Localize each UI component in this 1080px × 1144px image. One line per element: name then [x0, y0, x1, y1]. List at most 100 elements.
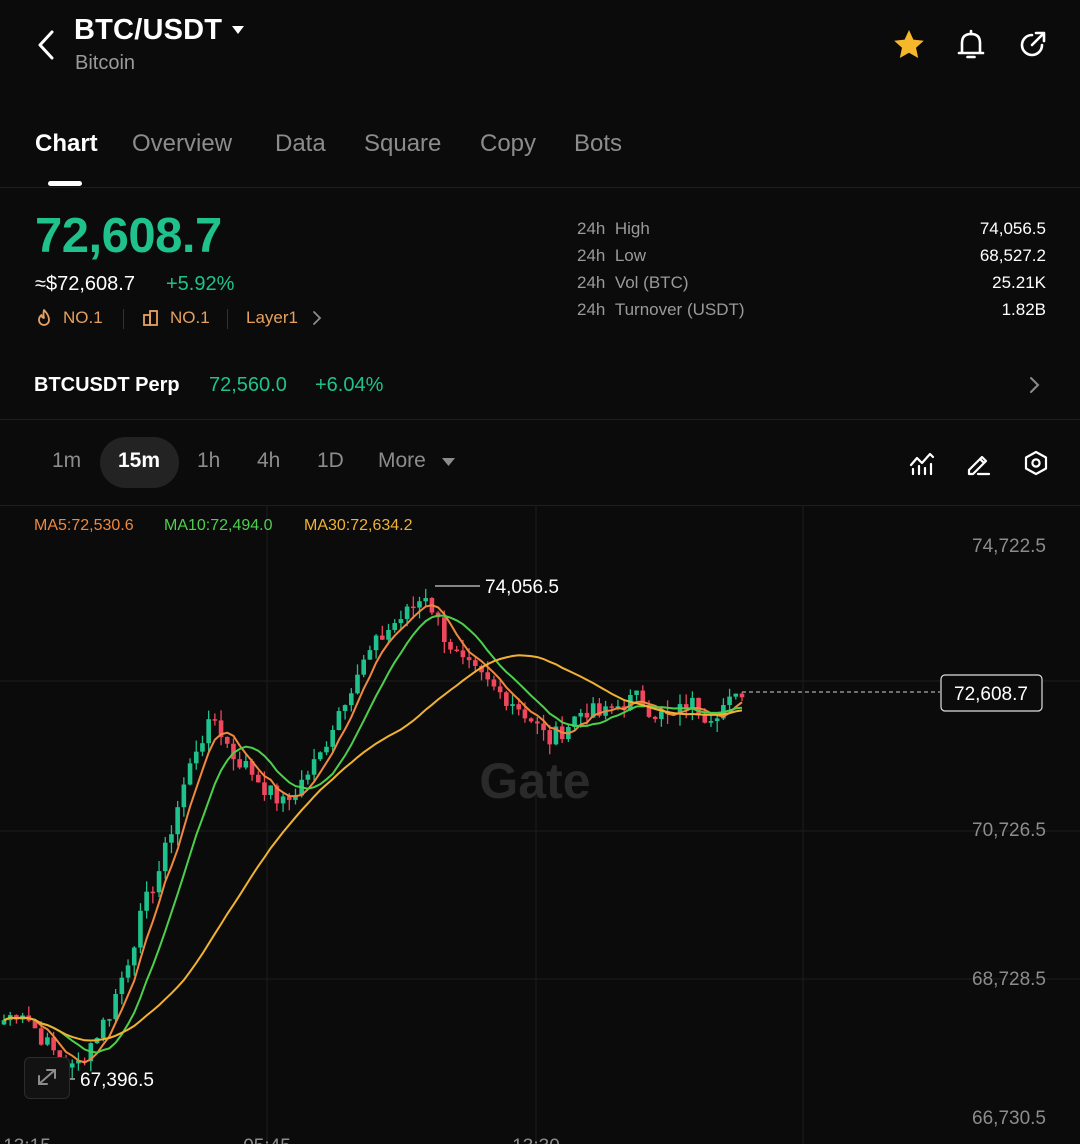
- category-tag[interactable]: Layer1: [246, 308, 322, 328]
- candle-body: [547, 730, 553, 745]
- candle-body: [634, 690, 639, 695]
- candle-body: [423, 598, 429, 602]
- candle-body: [181, 784, 187, 808]
- share-icon[interactable]: [1013, 26, 1051, 64]
- candle-body: [187, 763, 193, 785]
- candle-body: [442, 617, 447, 643]
- ma10-legend: MA10:72,494.0: [164, 517, 273, 534]
- candle-body: [355, 674, 360, 694]
- interval-1d[interactable]: 1D: [317, 449, 344, 473]
- tab-square[interactable]: Square: [364, 130, 441, 158]
- tab-data[interactable]: Data: [275, 130, 326, 158]
- candle-body: [311, 759, 317, 775]
- candle-body: [342, 705, 348, 712]
- candle-body: [175, 807, 180, 835]
- x-axis-label: 13:30: [512, 1136, 560, 1144]
- active-tab-indicator: [48, 181, 82, 186]
- candle-body: [652, 716, 658, 720]
- candle-body: [119, 977, 125, 995]
- chevron-right-icon[interactable]: [1029, 376, 1041, 394]
- last-price-label: 72,608.7: [954, 684, 1028, 705]
- cap-rank-label: NO.1: [170, 308, 210, 327]
- tab-overview[interactable]: Overview: [132, 130, 232, 158]
- candle-body: [733, 693, 739, 697]
- candle-body: [380, 635, 385, 640]
- moving-averages: [3, 604, 743, 1064]
- candle-body: [404, 606, 410, 620]
- candle-body: [237, 759, 242, 768]
- caret-down-icon[interactable]: [441, 457, 456, 467]
- candle-body: [212, 719, 218, 721]
- ma5-legend: MA5:72,530.6: [34, 517, 134, 534]
- candle-body: [528, 718, 534, 722]
- interval-4h[interactable]: 4h: [257, 449, 280, 473]
- perp-name[interactable]: BTCUSDT Perp: [34, 374, 180, 397]
- candle-body: [392, 623, 398, 631]
- divider: [123, 309, 124, 329]
- hot-rank-label: NO.1: [63, 308, 103, 327]
- stat-high-value: 74,056.5: [979, 219, 1046, 238]
- hot-rank-tag[interactable]: NO.1: [35, 308, 103, 328]
- candle-body: [504, 692, 509, 706]
- stat-high: 24h High: [577, 219, 650, 238]
- candle-body: [739, 693, 745, 698]
- bell-icon[interactable]: [952, 26, 990, 64]
- pair-subtitle: Bitcoin: [75, 52, 136, 74]
- tab-chart[interactable]: Chart: [35, 130, 98, 158]
- caret-down-icon[interactable]: [230, 24, 246, 36]
- star-icon[interactable]: [890, 26, 928, 64]
- expand-chart-button[interactable]: [24, 1057, 70, 1099]
- candle-body: [386, 630, 391, 640]
- y-axis-label: 68,728.5: [972, 969, 1046, 990]
- candle-body: [578, 712, 584, 717]
- candle-body: [305, 774, 311, 780]
- candle-body: [485, 672, 491, 680]
- stat-volume-value: 25.21K: [992, 273, 1046, 292]
- expand-icon: [38, 1069, 56, 1085]
- low-marker-label: 67,396.5: [80, 1070, 154, 1091]
- interval-15m[interactable]: 15m: [118, 449, 160, 473]
- back-arrow-icon[interactable]: [32, 28, 62, 62]
- candle-body: [702, 715, 708, 723]
- candle-body: [460, 650, 466, 658]
- divider: [0, 187, 1080, 188]
- tab-copy[interactable]: Copy: [480, 130, 536, 158]
- candlestick-chart[interactable]: Gate 74,056.5 67,396.5 72,608.7 13:15 05:45 1…: [0, 505, 1080, 1144]
- candle-body: [224, 736, 230, 744]
- candle-body: [535, 721, 540, 724]
- stat-low-value: 68,527.2: [979, 246, 1046, 265]
- tab-bots[interactable]: Bots: [574, 130, 622, 158]
- interval-1h[interactable]: 1h: [197, 449, 220, 473]
- candle-body: [727, 696, 732, 706]
- perp-change: +6.04%: [315, 374, 384, 396]
- candle-body: [417, 601, 422, 608]
- candle-body: [206, 719, 211, 744]
- stat-low: 24h Low: [577, 246, 647, 265]
- pair-title[interactable]: BTC/USDT: [74, 14, 222, 47]
- candle-body: [262, 782, 267, 795]
- candle-body: [696, 697, 701, 716]
- interval-more[interactable]: More: [378, 449, 426, 473]
- high-marker-label: 74,056.5: [485, 577, 559, 598]
- candle-body: [268, 785, 273, 795]
- last-price: 72,608.7: [35, 209, 222, 263]
- chevron-right-icon: [313, 311, 322, 325]
- candle-body: [125, 965, 131, 978]
- candle-body: [69, 1063, 75, 1068]
- candle-body: [336, 711, 342, 730]
- y-axis-label: 70,726.5: [972, 820, 1046, 841]
- y-axis-label: 74,722.5: [972, 536, 1046, 557]
- candle-body: [497, 686, 503, 693]
- settings-icon[interactable]: [1022, 449, 1050, 477]
- cap-rank-tag[interactable]: NO.1: [142, 308, 210, 328]
- interval-1m[interactable]: 1m: [52, 449, 81, 473]
- usd-price: ≈$72,608.7: [35, 273, 135, 295]
- stat-turnover-value: 1.82B: [1001, 300, 1046, 319]
- candle-body: [330, 729, 335, 747]
- indicator-icon[interactable]: [908, 449, 936, 477]
- candle-body: [714, 718, 720, 722]
- blocks-icon: [143, 310, 158, 326]
- candle-body: [708, 721, 714, 723]
- draw-pen-icon[interactable]: [964, 449, 992, 477]
- candle-body: [255, 774, 261, 783]
